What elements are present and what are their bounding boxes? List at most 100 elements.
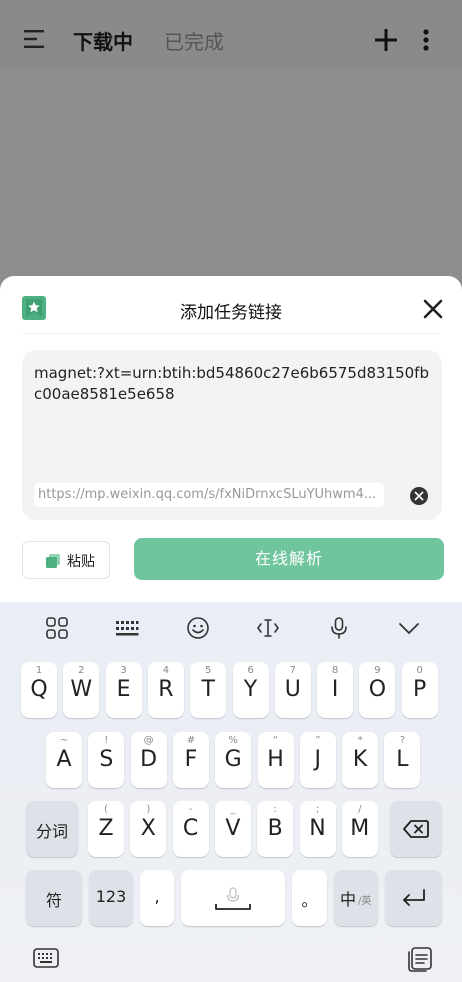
key-w[interactable]: 2W	[63, 662, 100, 718]
key-main-label: O	[368, 677, 387, 702]
key-main-label: Y	[243, 677, 258, 702]
keyboard-layout-icon[interactable]	[115, 616, 139, 640]
key-main-label: C	[182, 816, 199, 841]
key-x[interactable]: ) X	[130, 801, 167, 857]
number-key[interactable]: 123	[89, 870, 133, 926]
key-main-label: Z	[98, 816, 114, 841]
magnet-link-text[interactable]: magnet:?xt=urn:btih:bd54860c27e6b6575d83…	[34, 363, 434, 405]
key-main-label: D	[140, 747, 158, 772]
number-key-label: 123	[95, 887, 127, 906]
url-field[interactable]: https://mp.weixin.qq.com/s/fxNiDrnxcSLuY…	[34, 483, 384, 507]
microphone-icon[interactable]	[327, 616, 351, 640]
key-main-label: P	[413, 677, 427, 702]
key-g[interactable]: % G	[215, 732, 252, 788]
key-z[interactable]: (Z	[88, 801, 124, 857]
period-key[interactable]: 。	[292, 870, 327, 926]
key-y[interactable]: 6Y	[232, 662, 269, 718]
key-sub-label: ?	[399, 735, 406, 746]
key-sub-label: ~	[59, 735, 69, 746]
soft-keyboard: 1Q2W3E4R5T6Y7U8I9O0P ~ A! S @ D # F% G “H” J * K? L …	[0, 602, 462, 982]
key-sub-label: ;	[315, 804, 320, 815]
key-e[interactable]: 3E	[105, 662, 142, 718]
close-icon[interactable]	[422, 298, 444, 320]
symbol-key[interactable]: 符	[26, 870, 82, 926]
emoji-icon[interactable]	[186, 616, 210, 640]
backspace-key[interactable]	[390, 801, 442, 857]
tab-downloading[interactable]: 下载中	[73, 26, 133, 55]
link-input-area[interactable]: magnet:?xt=urn:btih:bd54860c27e6b6575d83…	[22, 350, 442, 520]
paste-button[interactable]: 粘贴	[22, 541, 110, 579]
key-n[interactable]: ; N	[299, 801, 336, 857]
divider	[22, 333, 440, 334]
language-key-main: 中	[340, 890, 357, 909]
key-s[interactable]: ! S	[88, 732, 125, 788]
key-sub-label: 6	[247, 665, 254, 676]
parse-online-button[interactable]: 在线解析	[134, 538, 444, 580]
dimmed-backdrop[interactable]	[0, 68, 462, 276]
dialog-title: 添加任务链接	[180, 303, 282, 323]
add-icon[interactable]	[374, 28, 398, 52]
language-switch-key[interactable]: 中 /英	[334, 870, 378, 926]
key-j[interactable]: ” J	[299, 732, 336, 788]
clear-icon[interactable]	[409, 486, 429, 506]
space-voice-icon	[215, 887, 251, 910]
grid-menu-icon[interactable]	[45, 616, 69, 640]
comma-key[interactable]: ,	[140, 870, 174, 926]
tab-completed[interactable]: 已完成	[164, 26, 224, 55]
symbol-key-label: 符	[45, 891, 62, 910]
key-a[interactable]: ~ A	[46, 732, 82, 788]
backspace-icon	[403, 820, 429, 838]
key-k[interactable]: * K	[342, 732, 379, 788]
collapse-keyboard-icon[interactable]	[397, 616, 421, 640]
key-l[interactable]: ? L	[384, 732, 421, 788]
paste-icon	[46, 554, 60, 568]
key-p[interactable]: 0P	[401, 662, 438, 718]
key-b[interactable]: :B	[257, 801, 294, 857]
key-sub-label: 1	[35, 665, 43, 676]
key-sub-label: 0	[416, 665, 423, 676]
key-c[interactable]: -C	[172, 801, 209, 857]
key-main-label: N	[309, 816, 326, 841]
key-f[interactable]: # F	[172, 732, 209, 788]
key-sub-label: *	[357, 735, 363, 746]
key-main-label: Q	[30, 677, 48, 702]
key-sub-label: @	[143, 735, 154, 746]
key-sub-label: 2	[78, 665, 85, 676]
language-key-sub: /英	[358, 896, 372, 907]
key-sub-label: _	[230, 804, 236, 815]
key-q[interactable]: 1Q	[21, 662, 57, 718]
key-sub-label: 9	[374, 665, 381, 676]
key-sub-label: :	[273, 804, 277, 815]
word-segment-key[interactable]: 分词	[26, 801, 78, 857]
key-t[interactable]: 5T	[190, 662, 227, 718]
key-v[interactable]: _ V	[214, 801, 251, 857]
clipboard-icon[interactable]	[406, 946, 434, 972]
key-i[interactable]: 8I	[317, 662, 354, 718]
key-sub-label: “	[272, 735, 279, 746]
key-main-label: K	[352, 747, 368, 772]
key-sub-label: 7	[289, 665, 296, 676]
enter-key[interactable]	[385, 870, 442, 926]
key-o[interactable]: 9O	[359, 662, 396, 718]
top-app-bar: 下载中 已完成	[0, 0, 462, 68]
key-sub-label: (	[104, 804, 108, 815]
paste-label: 粘贴	[67, 554, 95, 570]
key-sub-label: 3	[120, 665, 127, 676]
keyboard-switch-icon[interactable]	[32, 946, 60, 972]
key-main-label: V	[225, 816, 241, 841]
cursor-control-icon[interactable]	[256, 616, 280, 640]
more-options-icon[interactable]	[418, 28, 434, 52]
key-m[interactable]: / M	[341, 801, 378, 857]
key-main-label: H	[267, 747, 284, 772]
key-d[interactable]: @ D	[130, 732, 167, 788]
key-h[interactable]: “H	[257, 732, 294, 788]
key-sub-label: -	[188, 804, 193, 815]
add-task-dialog: 添加任务链接 magnet:?xt=urn:btih:bd54860c27e6b…	[0, 276, 462, 602]
key-main-label: I	[331, 677, 339, 702]
key-r[interactable]: 4R	[147, 662, 184, 718]
key-sub-label: /	[358, 804, 362, 815]
menu-icon[interactable]	[24, 30, 46, 48]
key-u[interactable]: 7U	[274, 662, 311, 718]
space-key[interactable]	[181, 870, 285, 926]
key-main-label: E	[116, 677, 131, 702]
